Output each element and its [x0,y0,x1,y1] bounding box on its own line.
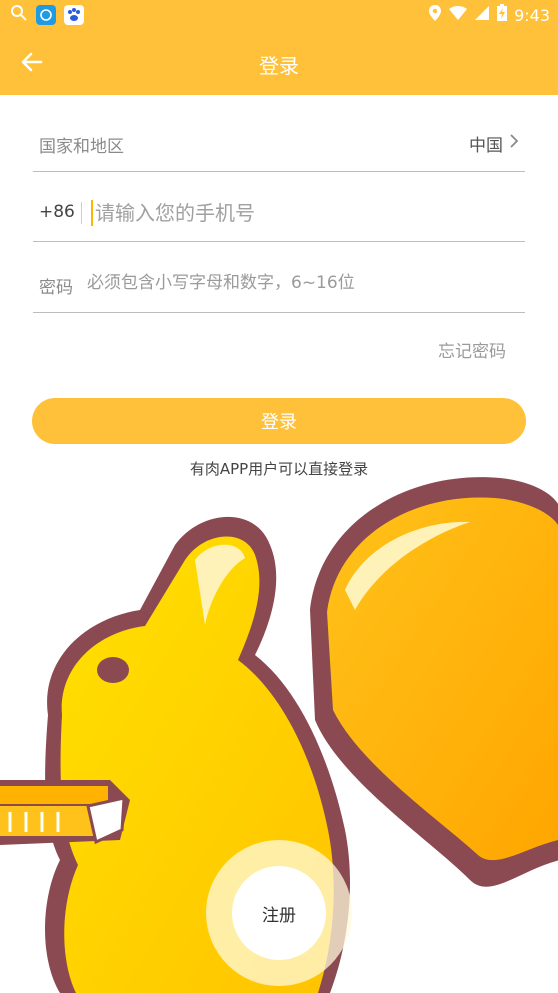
wifi-icon [448,5,468,25]
password-row: 密码 [33,251,525,313]
register-button[interactable]: 注册 [232,866,326,960]
country-label: 国家和地区 [39,137,124,157]
password-label: 密码 [39,278,73,298]
book-illustration [0,780,130,845]
phone-row: +86 [33,180,525,242]
register-button-ring: 注册 [206,840,352,986]
baidu-icon [64,5,84,25]
country-region-row[interactable]: 国家和地区 中国 [33,110,525,172]
status-right: 9:43 [428,4,550,26]
status-left [10,4,84,26]
country-value: 中国 [469,136,503,156]
squirrel-tail [310,477,558,887]
password-input[interactable] [85,267,519,299]
text-cursor [91,200,93,226]
country-selector[interactable]: 中国 [469,131,519,156]
login-button[interactable]: 登录 [32,398,526,444]
prefix-divider [81,202,82,224]
header-bar: 登录 [0,30,558,95]
phone-input[interactable] [93,194,517,232]
status-time: 9:43 [514,5,550,25]
location-icon [428,4,442,26]
forgot-password-link[interactable]: 忘记密码 [438,337,506,362]
phone-prefix[interactable]: +86 [39,202,75,222]
battery-icon [496,4,508,26]
status-bar: 9:43 [0,0,558,30]
signal-icon [474,5,490,25]
chevron-right-icon [509,133,519,154]
app-notification-icon [36,5,56,25]
page-title: 登录 [259,54,299,78]
search-icon [10,4,28,26]
